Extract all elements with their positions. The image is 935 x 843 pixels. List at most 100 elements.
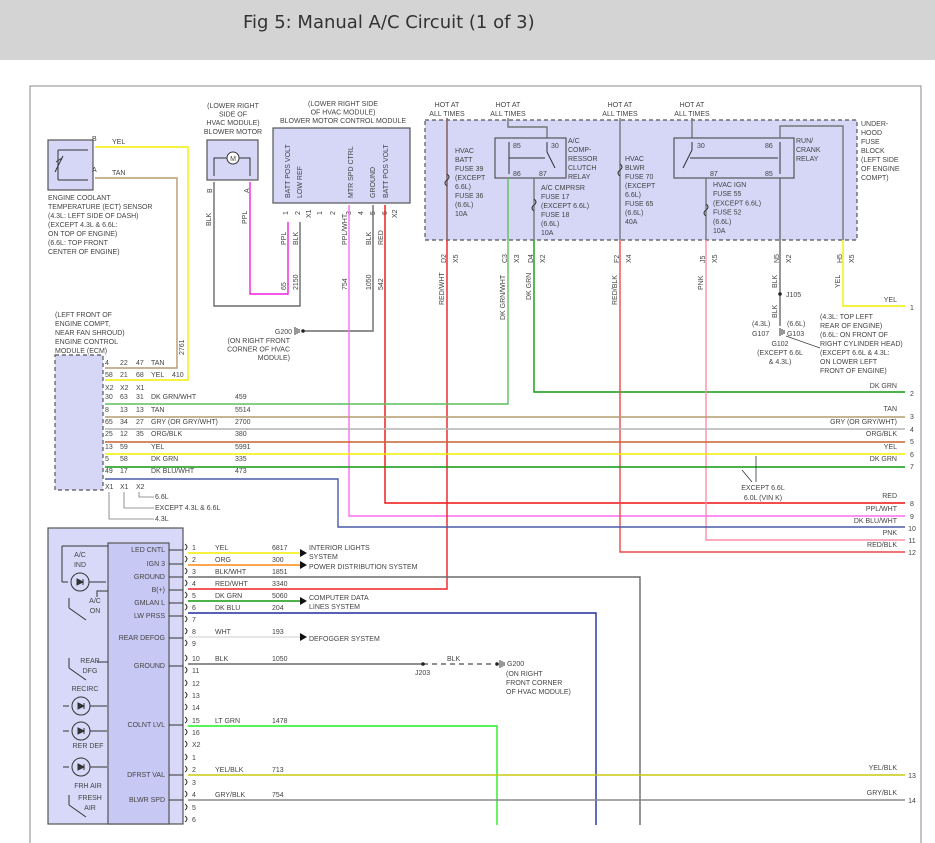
pin-number: 6: [192, 817, 196, 824]
ecm-pin-entry: 8: [105, 407, 109, 414]
ecm-pin-entry: 12: [120, 431, 128, 438]
fuse-block-label: FUSE: [861, 139, 880, 146]
connector-terminal: [184, 716, 188, 724]
pin-number: 1: [283, 211, 290, 215]
wire-color-label: BLK: [772, 304, 779, 318]
fuse-block-label: UNDER-: [861, 121, 889, 128]
ect-sensor-label: (EXCEPT 4.3L & 6.6L:: [48, 222, 118, 229]
connector-terminal: [184, 591, 188, 599]
fuse-label: A/C CMPRSR: [541, 185, 585, 192]
engine-control-module: [54, 354, 104, 491]
cavity-label: D2: [441, 254, 448, 263]
connector-terminal: [184, 603, 188, 611]
ecm-pin-entry: 47: [136, 360, 144, 367]
pin-number: 11: [192, 668, 199, 675]
relay-label: RESSOR: [568, 156, 598, 163]
system-reference-link: SYSTEM: [309, 554, 338, 561]
connector-number: 13: [908, 773, 916, 780]
fuse-label: (EXCEPT: [625, 183, 656, 190]
fuse-label: HVAC: [455, 148, 474, 155]
connector-number: 8: [910, 501, 914, 508]
splice-label: J105: [786, 292, 801, 299]
ground-icon: [499, 660, 505, 668]
wire-destination-label: PNK: [883, 530, 898, 537]
wire-blk-wht: [188, 576, 641, 825]
blower-motor-label: BLOWER MOTOR: [204, 129, 262, 136]
switch-label: A/C: [89, 598, 101, 605]
wire-color-label: TAN: [112, 170, 125, 177]
connector-terminal: [184, 728, 188, 736]
wire-color-label: YEL/BLK: [215, 767, 244, 774]
fuse-block-label: HOOD: [861, 130, 882, 137]
ecm-pin-entry: 17: [120, 468, 128, 475]
connector-label: X2: [786, 254, 793, 263]
j203-splice: [421, 662, 425, 666]
bmcm-label: (LOWER RIGHT SIDE: [308, 101, 378, 108]
wire-color-label: BLK: [206, 212, 213, 226]
connector-terminal: [184, 740, 188, 748]
pin-function-label: BATT POS VOLT: [285, 144, 292, 198]
connector-terminal: [184, 666, 188, 674]
ground-location: (6.6L: ON FRONT OF: [820, 332, 888, 339]
ground-label: (EXCEPT 6.6L: [757, 350, 803, 357]
pin-label: B: [207, 188, 214, 193]
wire-color-label: DK BLU: [215, 605, 240, 612]
relay-pin: 85: [513, 143, 521, 150]
ecm-pin-entry: 58: [120, 456, 128, 463]
pin-function-label: BLWR SPD: [129, 797, 165, 804]
wire-color-label: YEL: [215, 545, 228, 552]
circuit-number: 2150: [293, 274, 300, 290]
circuit-number: 1478: [272, 718, 288, 725]
pin-function-label: GROUND: [370, 167, 377, 198]
ecm-pin-entry: 335: [235, 456, 247, 463]
connector-label: X2: [120, 385, 129, 392]
ground-label: G102: [771, 341, 788, 348]
ecm-pin-entry: TAN: [151, 360, 164, 367]
hot-at-all-times-label: ALL TIMES: [429, 111, 465, 118]
fuse-block-label: COMPT): [861, 175, 889, 182]
wire-color-label: RED/WHT: [215, 581, 248, 588]
fuse-label: HVAC IGN: [713, 182, 746, 189]
ecm-pin-entry: 68: [136, 372, 144, 379]
wire-color-label: ORG: [215, 557, 231, 564]
relay-label: RELAY: [568, 174, 591, 181]
ecm-pin-entry: 5: [105, 456, 109, 463]
connector-terminal: [184, 555, 188, 563]
pin-number: 15: [192, 718, 200, 725]
ecm-label: ENGINE CONTROL: [55, 339, 118, 346]
ground-label: G107: [752, 331, 769, 338]
bmcm-label: BLOWER MOTOR CONTROL MODULE: [280, 118, 406, 125]
ecm-pin-entry: ORG/BLK: [151, 431, 182, 438]
ecm-pin-entry: 65: [105, 419, 113, 426]
ecm-pin-entry: TAN: [151, 407, 164, 414]
ect-sensor-label: (6.6L: TOP FRONT: [48, 240, 109, 247]
relay-label: CRANK: [796, 147, 821, 154]
wire-color-label: BLK: [772, 274, 779, 288]
wire-color-label: PPL: [242, 211, 249, 224]
pin-function-label: LOW REF: [297, 166, 304, 198]
wire-destination-label: RED/BLK: [867, 542, 897, 549]
relay-label: A/C: [568, 138, 580, 145]
pin-number: 2: [295, 211, 302, 215]
ect-sensor-label: TEMPERATURE (ECT) SENSOR: [48, 204, 153, 211]
hot-at-all-times-label: HOT AT: [608, 102, 633, 109]
circuit-number: 193: [272, 629, 284, 636]
fuse-label: FUSE 52: [713, 210, 742, 217]
ground-location: ON LOWER LEFT: [820, 359, 878, 366]
ecm-pin-entry: DK GRN/WHT: [151, 394, 197, 401]
splice-dot: [301, 329, 305, 333]
wire-destination-label: ORG/BLK: [866, 431, 897, 438]
ecm-label: (LEFT FRONT OF: [55, 312, 112, 319]
ecm-pin-entry: YEL: [151, 444, 164, 451]
fuse-label: (EXCEPT 6.6L): [713, 200, 761, 207]
connector-label: X4: [626, 254, 633, 263]
wire-pnk: [705, 240, 905, 541]
fuse-label: (6.6L): [713, 219, 731, 226]
ecm-pin-entry: 21: [120, 372, 128, 379]
connector-terminal: [184, 579, 188, 587]
switch-label: FRESH: [78, 795, 102, 802]
ground-label: (4.3L): [752, 321, 770, 328]
fuse-label: FUSE 36: [455, 193, 484, 200]
switch-label: A/C: [74, 552, 86, 559]
ecm-note: 6.6L: [155, 494, 169, 501]
